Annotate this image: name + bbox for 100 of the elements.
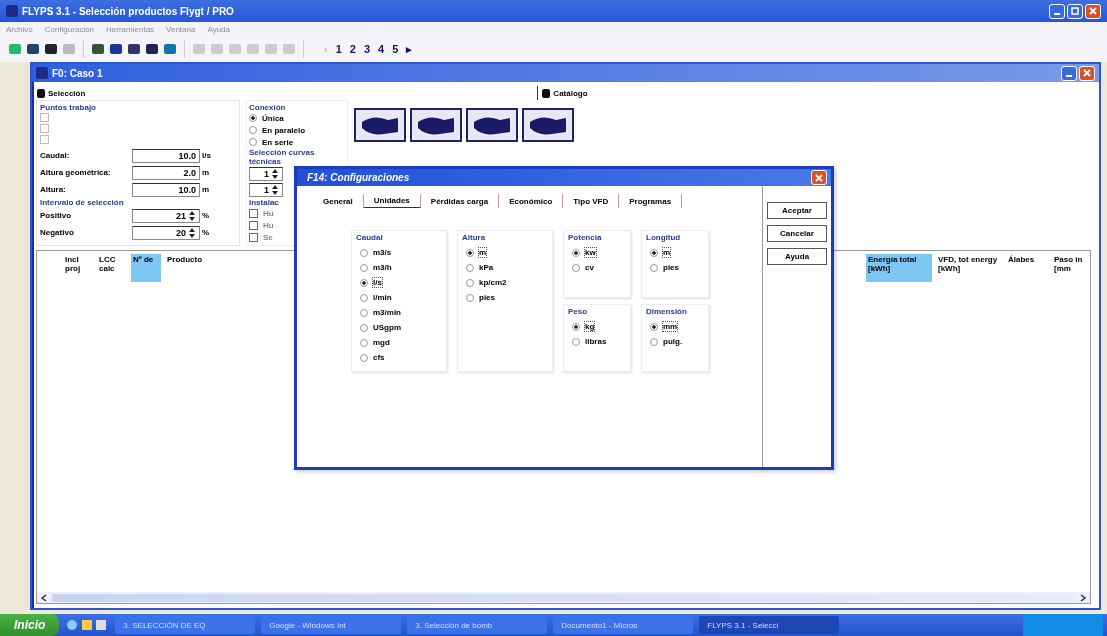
spinner-field[interactable]: 1 — [249, 183, 283, 197]
radio-button[interactable] — [572, 263, 580, 272]
dialog-title: F14: Configuraciones — [307, 172, 410, 183]
taskbar-button[interactable]: 3. Selección de bomb — [407, 616, 548, 634]
radio-label: USgpm — [373, 323, 401, 332]
input-field[interactable]: 10.0 — [132, 182, 200, 197]
unit-label: % — [202, 211, 210, 220]
radio-button[interactable] — [360, 308, 368, 317]
group-title: Dimensión — [646, 307, 688, 316]
unit-label: m — [202, 168, 210, 177]
page-button[interactable]: 5 — [389, 42, 402, 56]
toolbar-icon[interactable] — [145, 42, 159, 56]
radio-button[interactable] — [572, 248, 580, 257]
radio-button[interactable] — [572, 322, 580, 331]
radio-button[interactable] — [360, 293, 368, 302]
radio-button[interactable] — [466, 263, 474, 272]
radio-button[interactable] — [650, 322, 658, 331]
column-header[interactable]: Incl proj — [63, 254, 93, 282]
spinner-arrows-icon[interactable] — [271, 168, 279, 180]
spinner-arrows-icon[interactable] — [271, 184, 279, 196]
column-header[interactable]: Nº de — [131, 254, 161, 282]
spinner-field[interactable]: 1 — [249, 167, 283, 181]
horizontal-scrollbar[interactable] — [37, 592, 1090, 603]
radio-button[interactable] — [650, 337, 658, 346]
column-header[interactable]: Energía total [kWh] — [866, 254, 932, 282]
radio-button[interactable] — [360, 278, 368, 287]
radio-label: m — [479, 248, 487, 257]
dialog-button[interactable]: Cancelar — [767, 225, 827, 242]
close-button[interactable] — [1079, 65, 1095, 81]
pump-picture-button[interactable] — [522, 108, 574, 142]
close-button[interactable] — [811, 170, 827, 185]
radio-button[interactable] — [466, 293, 474, 302]
radio-button[interactable] — [360, 338, 368, 347]
radio-button[interactable] — [360, 263, 368, 272]
page-button[interactable]: 3 — [360, 42, 374, 56]
radio-button[interactable] — [650, 248, 658, 257]
maximize-button[interactable] — [1067, 3, 1083, 19]
radio-label: m3/h — [373, 263, 392, 272]
pump-picture-button[interactable] — [410, 108, 462, 142]
field-label: Altura: — [40, 185, 67, 194]
radio-label: mm — [663, 322, 678, 331]
section-heading: Catálogo — [553, 88, 588, 98]
tab[interactable]: Unidades — [363, 194, 421, 208]
radio-button[interactable] — [466, 248, 474, 257]
radio-button[interactable] — [249, 114, 257, 122]
taskbar-button[interactable]: 3. SELECCIÓN DE EQ — [115, 616, 256, 634]
radio-button[interactable] — [249, 126, 257, 134]
taskbar-button[interactable]: Documento1 - Micros — [553, 616, 694, 634]
scroll-left-icon[interactable] — [40, 593, 48, 602]
radio-label: En serie — [262, 137, 294, 147]
group-title: Longitud — [646, 233, 682, 242]
unit-label: m — [202, 185, 210, 194]
radio-button[interactable] — [572, 337, 580, 346]
spinner-arrows-icon[interactable] — [188, 209, 196, 222]
maximize-icon — [1071, 7, 1079, 15]
dialog-button[interactable]: Ayuda — [767, 248, 827, 265]
spinner-field[interactable]: 21 — [132, 208, 200, 223]
checkbox-label: Se — [263, 232, 273, 242]
page-button[interactable]: ▸ — [403, 42, 416, 56]
radio-label: En paralelo — [262, 125, 306, 135]
dialog-button[interactable]: Aceptar — [767, 202, 827, 219]
input-field[interactable]: 2.0 — [132, 165, 200, 180]
radio-label: mgd — [373, 338, 390, 347]
column-header[interactable]: Paso in [mm — [1052, 254, 1090, 282]
scroll-right-icon[interactable] — [1079, 593, 1087, 602]
group-title: Peso — [568, 307, 589, 316]
taskbar-button[interactable]: FLYPS 3.1 - Selecci — [699, 616, 840, 634]
toolbar-icon[interactable] — [109, 42, 123, 56]
column-header[interactable]: Álabes — [1006, 254, 1048, 282]
minimize-button[interactable] — [1049, 3, 1065, 19]
minimize-button[interactable] — [1061, 65, 1077, 81]
radio-button[interactable] — [360, 248, 368, 257]
column-header[interactable]: LCC calc — [97, 254, 127, 282]
input-field[interactable]: 10.0 — [132, 148, 200, 163]
column-header[interactable]: Producto — [165, 254, 259, 282]
spinner-field[interactable]: 20 — [132, 225, 200, 240]
spinner-arrows-icon[interactable] — [188, 226, 196, 239]
toolbar-icon[interactable] — [127, 42, 141, 56]
radio-button[interactable] — [360, 323, 368, 332]
toolbar-icon[interactable] — [91, 42, 105, 56]
toolbar-icon[interactable] — [44, 42, 58, 56]
radio-button[interactable] — [466, 278, 474, 287]
field-label: Negativo — [40, 228, 75, 237]
close-button[interactable] — [1085, 3, 1101, 19]
radio-label: l/s — [373, 278, 382, 287]
radio-button[interactable] — [650, 263, 658, 272]
page-button[interactable]: 4 — [375, 42, 388, 56]
page-button[interactable]: 2 — [346, 42, 359, 56]
unit-label: % — [202, 228, 210, 237]
group-title: Selección curvas técnicas — [249, 148, 316, 166]
radio-button[interactable] — [360, 353, 368, 362]
pump-picture-button[interactable] — [354, 108, 406, 142]
radio-button[interactable] — [249, 138, 257, 146]
group-title: Potencia — [568, 233, 603, 242]
toolbar-icon[interactable] — [26, 42, 40, 56]
column-header[interactable]: VFD, tot energy [kWh] — [936, 254, 1002, 282]
page-button[interactable]: 1 — [332, 42, 345, 56]
taskbar-button[interactable]: Google - Windows Int — [261, 616, 402, 634]
radio-label: kp/cm2 — [479, 278, 507, 287]
pump-picture-button[interactable] — [466, 108, 518, 142]
